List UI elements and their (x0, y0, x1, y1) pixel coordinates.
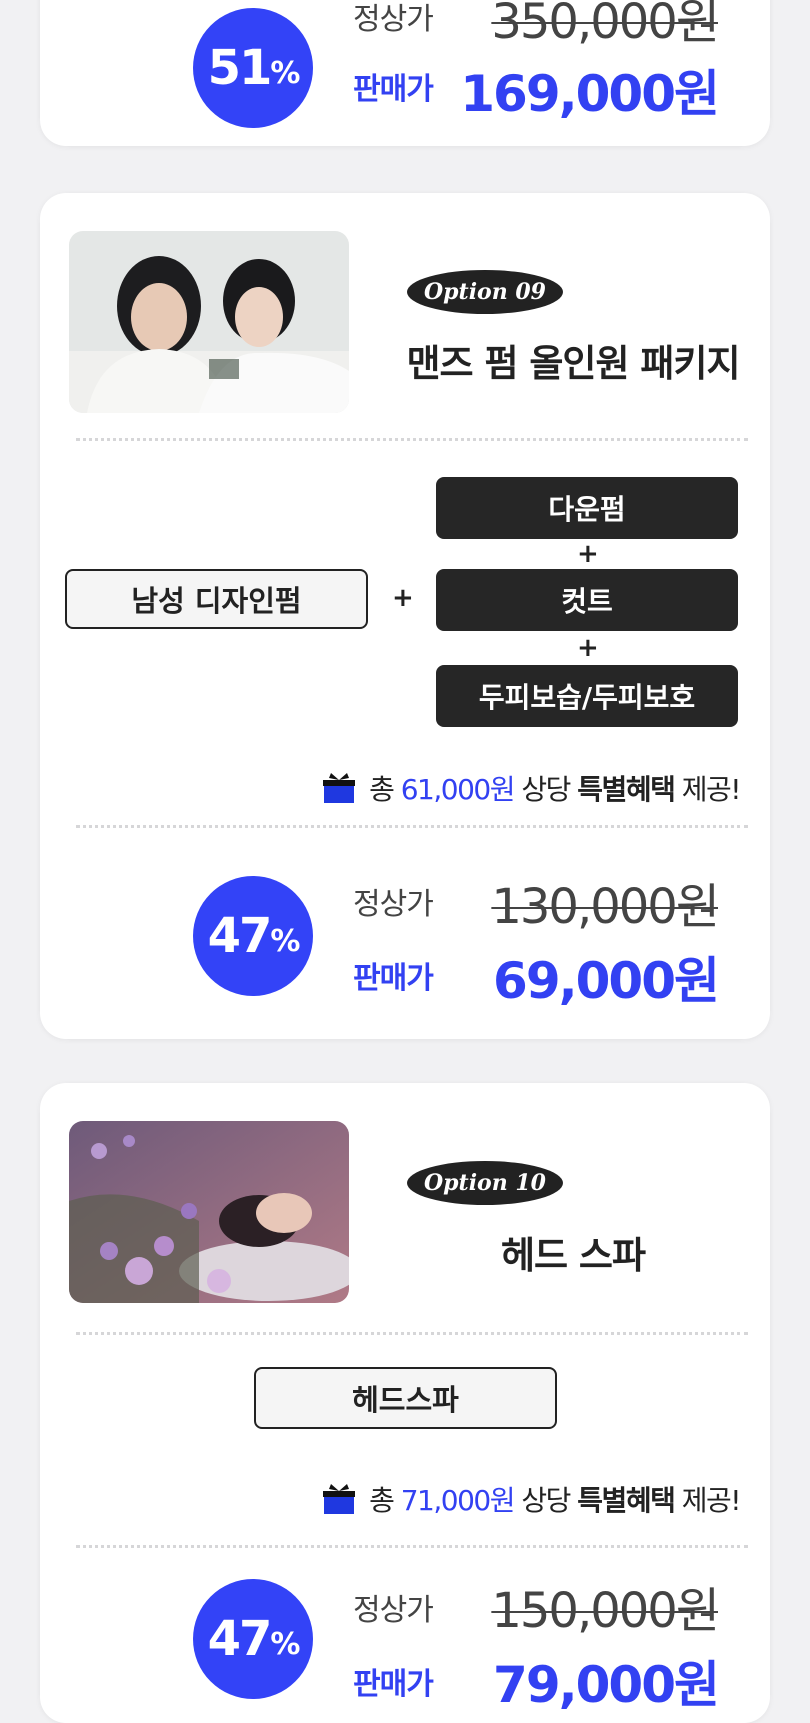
sale-price: 79,000원 (493, 1656, 720, 1714)
sale-price: 69,000원 (493, 952, 720, 1010)
divider (76, 1545, 748, 1548)
regular-price: 130,000원 (491, 879, 720, 935)
plus-sign: + (392, 583, 414, 613)
option-10-card: Option 10 헤드 스파 헤드스파 총 71,000원 상당 특별혜택 제… (40, 1083, 770, 1723)
option-08-card: 51% 정상가 350,000원 판매가 169,000원 (40, 0, 770, 146)
option-title: 맨즈 펌 올인원 패키지 (406, 342, 740, 385)
option-title: 헤드 스파 (500, 1234, 646, 1277)
discount-badge: 51% (193, 8, 313, 128)
sale-price-label: 판매가 (353, 1667, 434, 1702)
benefit-note: 총 61,000원 상당 특별혜택 제공! (323, 768, 741, 808)
regular-price-label: 정상가 (353, 887, 434, 922)
benefit-note: 총 71,000원 상당 특별혜택 제공! (323, 1479, 741, 1519)
service-item: 두피보습/두피보호 (436, 665, 738, 727)
divider (76, 438, 748, 441)
discount-badge: 47% (193, 876, 313, 996)
two-men-photo (69, 231, 349, 413)
sale-price: 169,000원 (460, 65, 720, 123)
main-service-pill: 남성 디자인펌 (65, 569, 368, 629)
divider (76, 1332, 748, 1335)
discount-badge: 47% (193, 1579, 313, 1699)
regular-price: 150,000원 (491, 1583, 720, 1639)
service-item: 컷트 (436, 569, 738, 631)
gift-icon (323, 773, 356, 803)
option-badge: Option 10 (407, 1161, 563, 1205)
service-item: 다운펌 (436, 477, 738, 539)
divider (76, 825, 748, 828)
regular-price-label: 정상가 (353, 2, 434, 37)
gift-icon (323, 1484, 356, 1514)
plus-sign: + (577, 633, 599, 663)
plus-sign: + (577, 539, 599, 569)
option-09-card: Option 09 맨즈 펌 올인원 패키지 남성 디자인펌 + 다운펌 + 컷… (40, 193, 770, 1039)
head-spa-photo (69, 1121, 349, 1303)
sale-price-label: 판매가 (353, 961, 434, 996)
main-service-pill: 헤드스파 (254, 1367, 557, 1429)
regular-price: 350,000원 (491, 0, 720, 50)
regular-price-label: 정상가 (353, 1593, 434, 1628)
option-badge: Option 09 (407, 270, 563, 314)
sale-price-label: 판매가 (353, 72, 434, 107)
